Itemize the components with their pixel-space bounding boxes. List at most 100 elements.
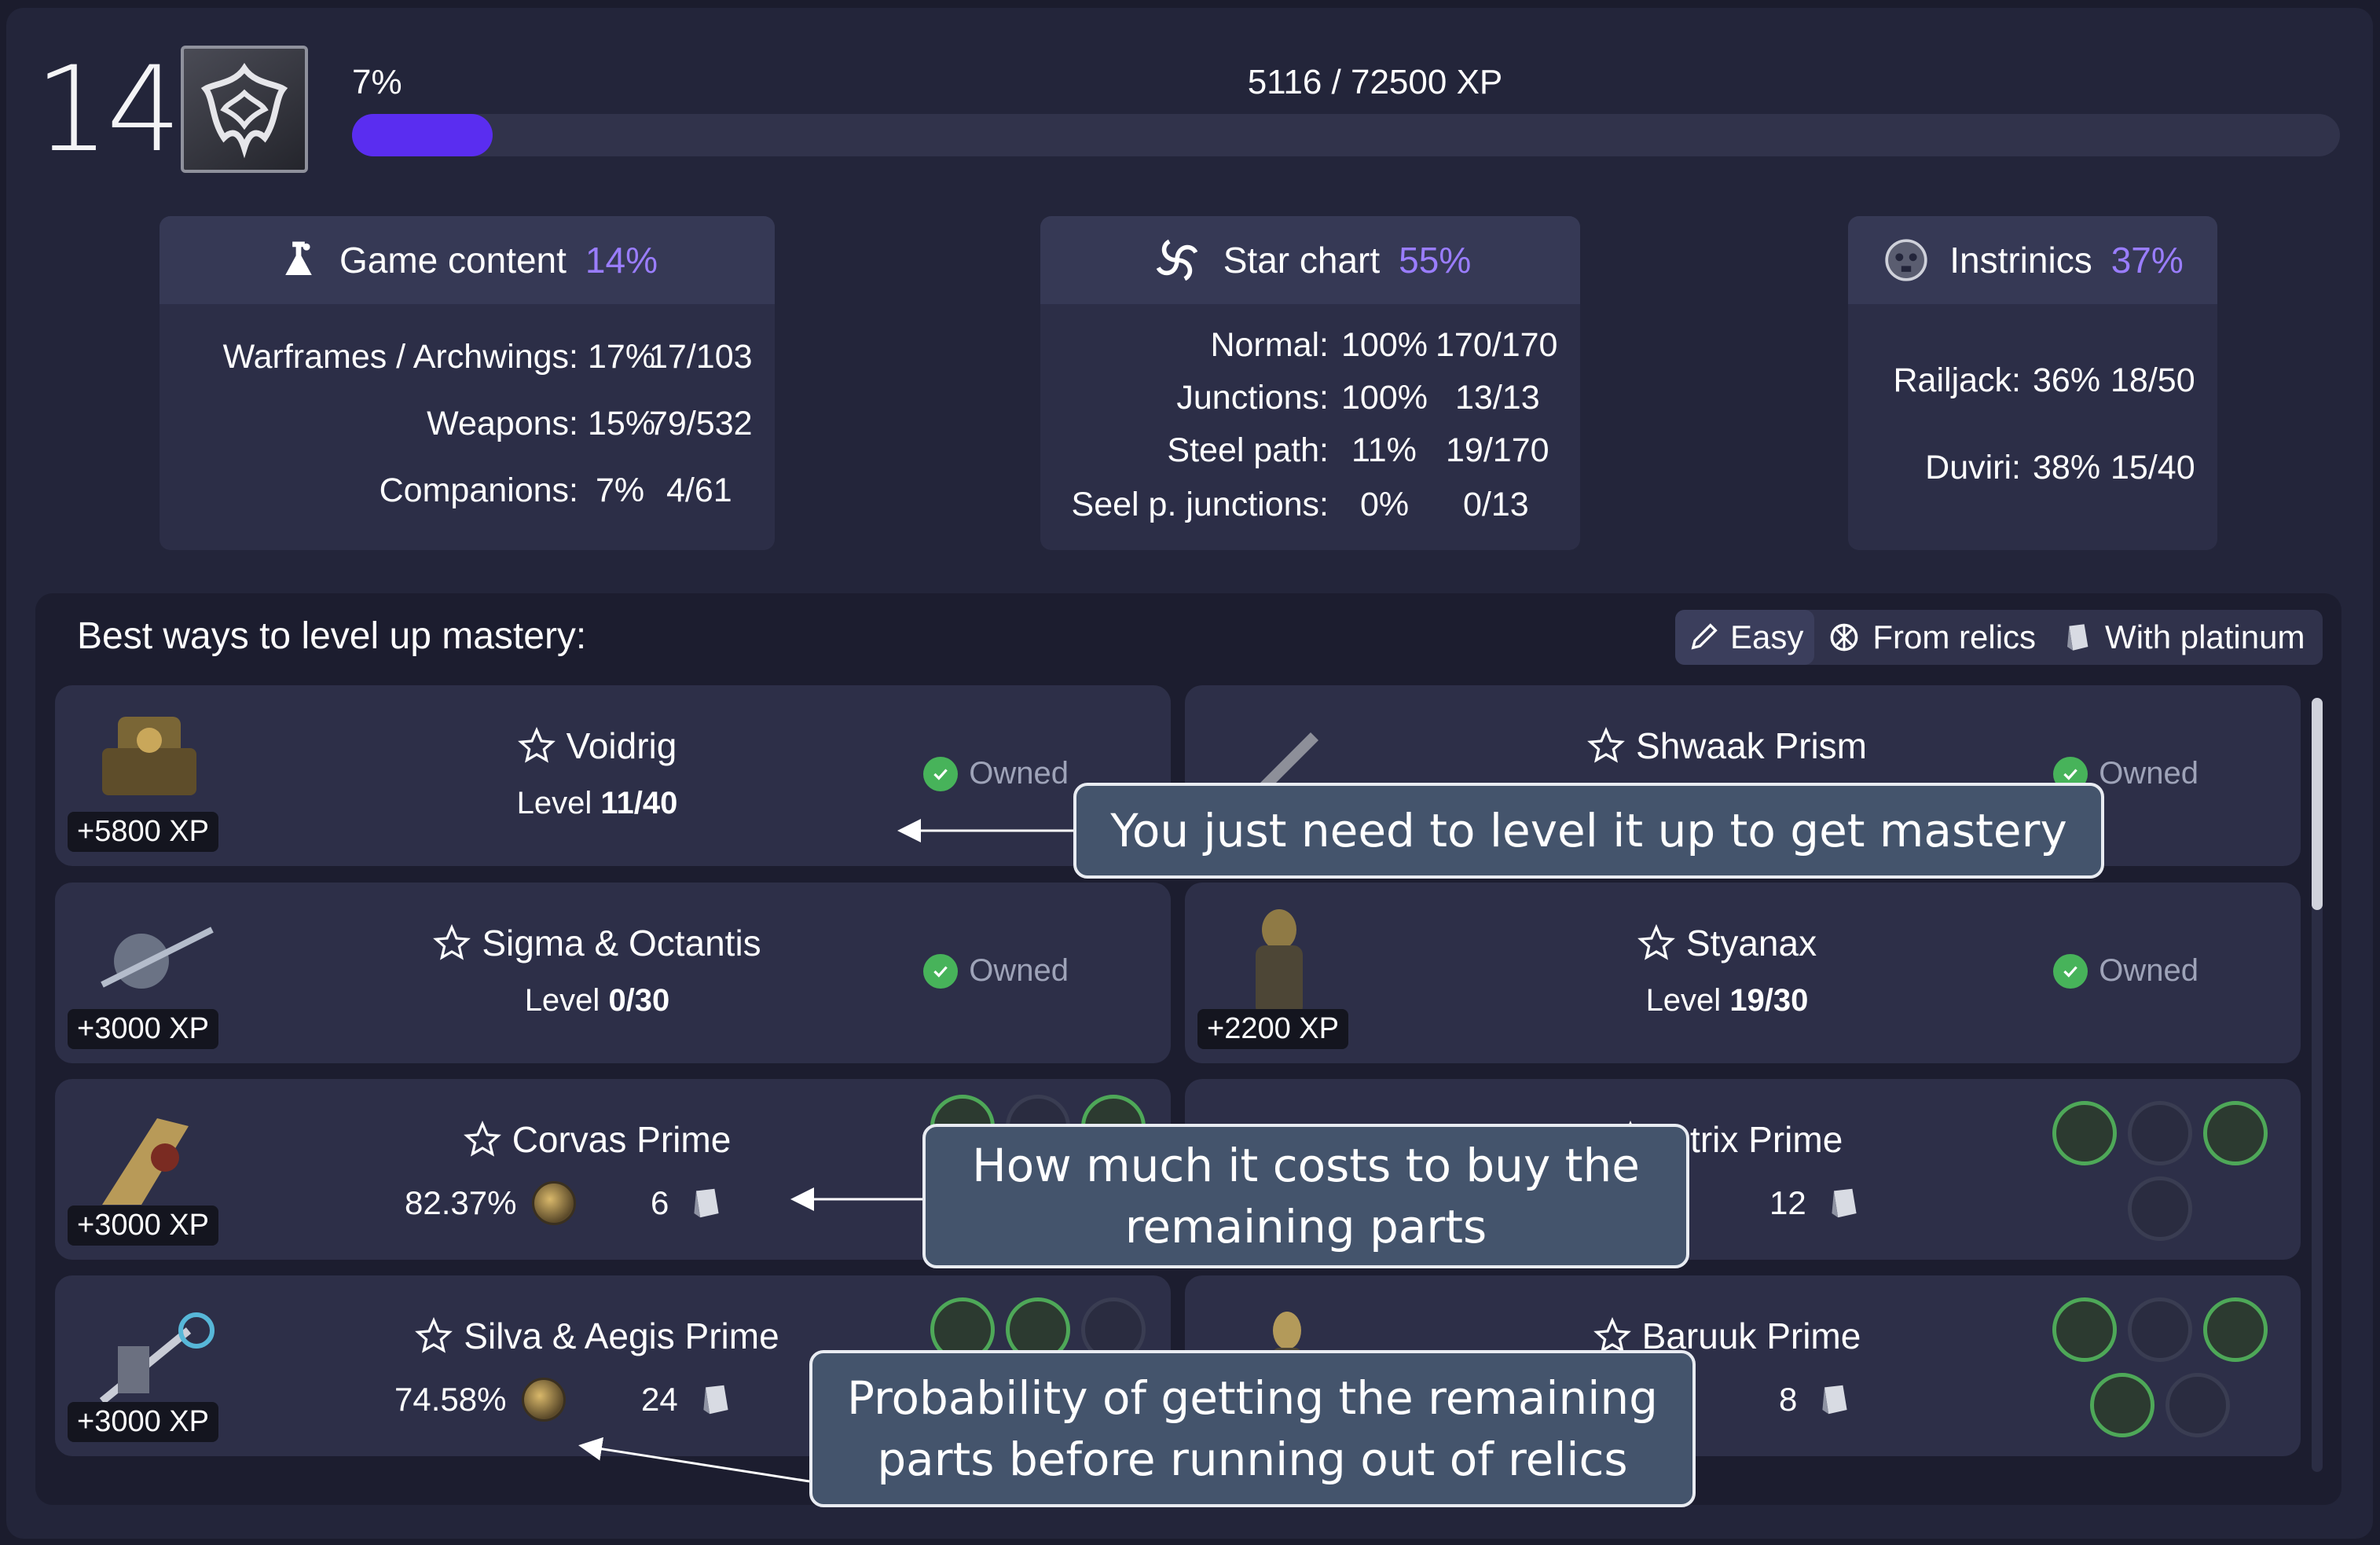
part-systems-icon[interactable] — [2052, 1297, 2117, 1362]
platinum-cost-value: 6 — [651, 1184, 669, 1221]
part-blade-icon[interactable] — [2165, 1373, 2230, 1437]
stat-row-junctions: Junctions: 100% 13/13 — [1040, 379, 1580, 418]
part-receiver-icon[interactable] — [2052, 1101, 2117, 1165]
relic-chance: 82.37% — [405, 1181, 577, 1225]
stat-count: 15/40 — [2110, 449, 2195, 486]
item-name-text: Voidrig — [566, 725, 677, 766]
stat-label: Companions: — [379, 472, 578, 509]
stat-label: Normal: — [1210, 326, 1329, 364]
stat-label: Duviri: — [1925, 449, 2021, 486]
item-level: Level 19/30 — [1421, 983, 2033, 1018]
stat-label: Steel path: — [1167, 431, 1329, 469]
filter-with-platinum[interactable]: With platinum — [2047, 610, 2316, 665]
stat-label: Railjack: — [1893, 361, 2022, 399]
stat-count: 19/170 — [1446, 431, 1549, 469]
stat-row-companions: Companions: 7% 4/61 — [160, 472, 775, 511]
star-outline-icon[interactable] — [415, 1317, 453, 1355]
xp-progress-bar — [352, 114, 2340, 156]
item-name: Voidrig — [291, 725, 904, 767]
callout-probability: Probability of getting the remaining par… — [809, 1350, 1696, 1507]
list-scrollbar[interactable] — [2312, 698, 2323, 1472]
filter-label: Easy — [1730, 618, 1804, 655]
stat-count: 17/103 — [649, 338, 753, 376]
owned-label: Owned — [969, 953, 1069, 988]
item-name: Sigma & Octantis — [291, 922, 904, 964]
star-outline-icon[interactable] — [433, 924, 471, 962]
scrollbar-thumb[interactable] — [2312, 698, 2323, 910]
progress-percent: 7% — [352, 63, 402, 101]
xp-reward-badge: +5800 XP — [68, 812, 218, 852]
star-chart-card: Star chart 55% Normal: 100% 170/170 Junc… — [1040, 216, 1580, 550]
check-circle-icon — [2053, 953, 2088, 989]
stat-percent: 38% — [2033, 449, 2101, 486]
xp-reward-badge: +3000 XP — [68, 1009, 218, 1049]
item-name: Shwaak Prism — [1421, 725, 2033, 767]
intrinsics-percent: 37% — [2110, 240, 2184, 281]
item-name-text: Styanax — [1685, 923, 1817, 963]
platinum-icon — [2067, 624, 2088, 651]
xp-progress-fill — [352, 114, 493, 156]
level-label: Level — [524, 983, 609, 1018]
relic-chance-value: 82.37% — [405, 1184, 517, 1221]
star-outline-icon[interactable] — [1593, 1317, 1631, 1355]
star-outline-icon[interactable] — [517, 727, 556, 765]
stat-row-steel-path: Steel path: 11% 19/170 — [1040, 431, 1580, 471]
xp-reward-badge: +2200 XP — [1197, 1009, 1348, 1049]
part-neuroptics-icon[interactable] — [2203, 1297, 2268, 1362]
intrinsics-title: Instrinics — [1949, 240, 2092, 281]
platinum-cost-value: 12 — [1769, 1184, 1806, 1221]
xp-reward-badge: +3000 XP — [68, 1402, 218, 1442]
stat-percent: 0% — [1360, 486, 1410, 523]
level-value: 0/30 — [608, 983, 670, 1018]
stat-count: 170/170 — [1436, 326, 1558, 364]
stat-label: Warframes / Archwings: — [222, 338, 578, 376]
xp-counter: 5116 / 72500 XP — [1247, 63, 1503, 101]
part-blueprint-icon[interactable] — [2090, 1373, 2154, 1437]
item-name: Styanax — [1421, 922, 2033, 964]
pencil-icon — [1691, 623, 1718, 650]
platinum-cost: 6 — [651, 1181, 727, 1225]
item-name: Corvas Prime — [291, 1118, 904, 1161]
item-name-text: Corvas Prime — [512, 1119, 732, 1160]
stat-count: 18/50 — [2110, 361, 2195, 399]
part-chassis-icon[interactable] — [2128, 1297, 2192, 1362]
filter-easy[interactable]: Easy — [1675, 610, 1815, 665]
stat-label: Seel p. junctions: — [1071, 486, 1329, 523]
intrinsics-header: Instrinics 37% — [1848, 216, 2217, 304]
level-value: 19/30 — [1729, 983, 1809, 1018]
best-ways-title: Best ways to level up mastery: — [77, 615, 587, 657]
relic-chance: 74.58% — [394, 1378, 567, 1422]
stat-count: 0/13 — [1463, 486, 1529, 523]
filter-from-relics[interactable]: From relics — [1814, 610, 2047, 665]
item-name-text: Sigma & Octantis — [482, 923, 761, 963]
stat-percent: 100% — [1341, 326, 1428, 364]
level-value: 11/40 — [600, 786, 678, 820]
filter-legend: Easy From relics With platinum — [1675, 610, 2323, 665]
stat-row-weapons: Weapons: 15% 79/532 — [160, 405, 775, 444]
item-card-voidrig[interactable]: +5800 XP Voidrig Level 11/40 Owned — [55, 685, 1171, 866]
part-barrel-icon[interactable] — [2128, 1101, 2192, 1165]
xp-reward-badge: +3000 XP — [68, 1206, 218, 1246]
part-handle-icon[interactable] — [2128, 1176, 2192, 1241]
relic-icon — [522, 1378, 567, 1422]
owned-status: Owned — [2053, 953, 2198, 989]
check-circle-icon — [923, 953, 959, 989]
star-chart-header: Star chart 55% — [1040, 216, 1580, 304]
item-card-styanax[interactable]: +2200 XP Styanax Level 19/30 Owned — [1185, 883, 2301, 1063]
star-outline-icon[interactable] — [463, 1121, 501, 1158]
star-chart-percent: 55% — [1399, 240, 1472, 281]
game-content-title: Game content — [339, 240, 567, 281]
part-blade-icon[interactable] — [2203, 1101, 2268, 1165]
platinum-cost: 8 — [1779, 1378, 1855, 1422]
item-card-sigma-octantis[interactable]: +3000 XP Sigma & Octantis Level 0/30 Own… — [55, 883, 1171, 1063]
relic-icon — [532, 1181, 577, 1225]
stat-label: Junctions: — [1176, 379, 1329, 417]
stat-row-railjack: Railjack: 36% 18/50 — [1848, 361, 2217, 401]
relic-icon — [1830, 623, 1858, 651]
star-outline-icon[interactable] — [1637, 924, 1675, 962]
platinum-cost: 12 — [1769, 1181, 1865, 1225]
owned-label: Owned — [2099, 756, 2198, 791]
platinum-cost: 24 — [641, 1378, 736, 1422]
star-outline-icon[interactable] — [1587, 727, 1625, 765]
stat-count: 79/532 — [649, 405, 753, 442]
